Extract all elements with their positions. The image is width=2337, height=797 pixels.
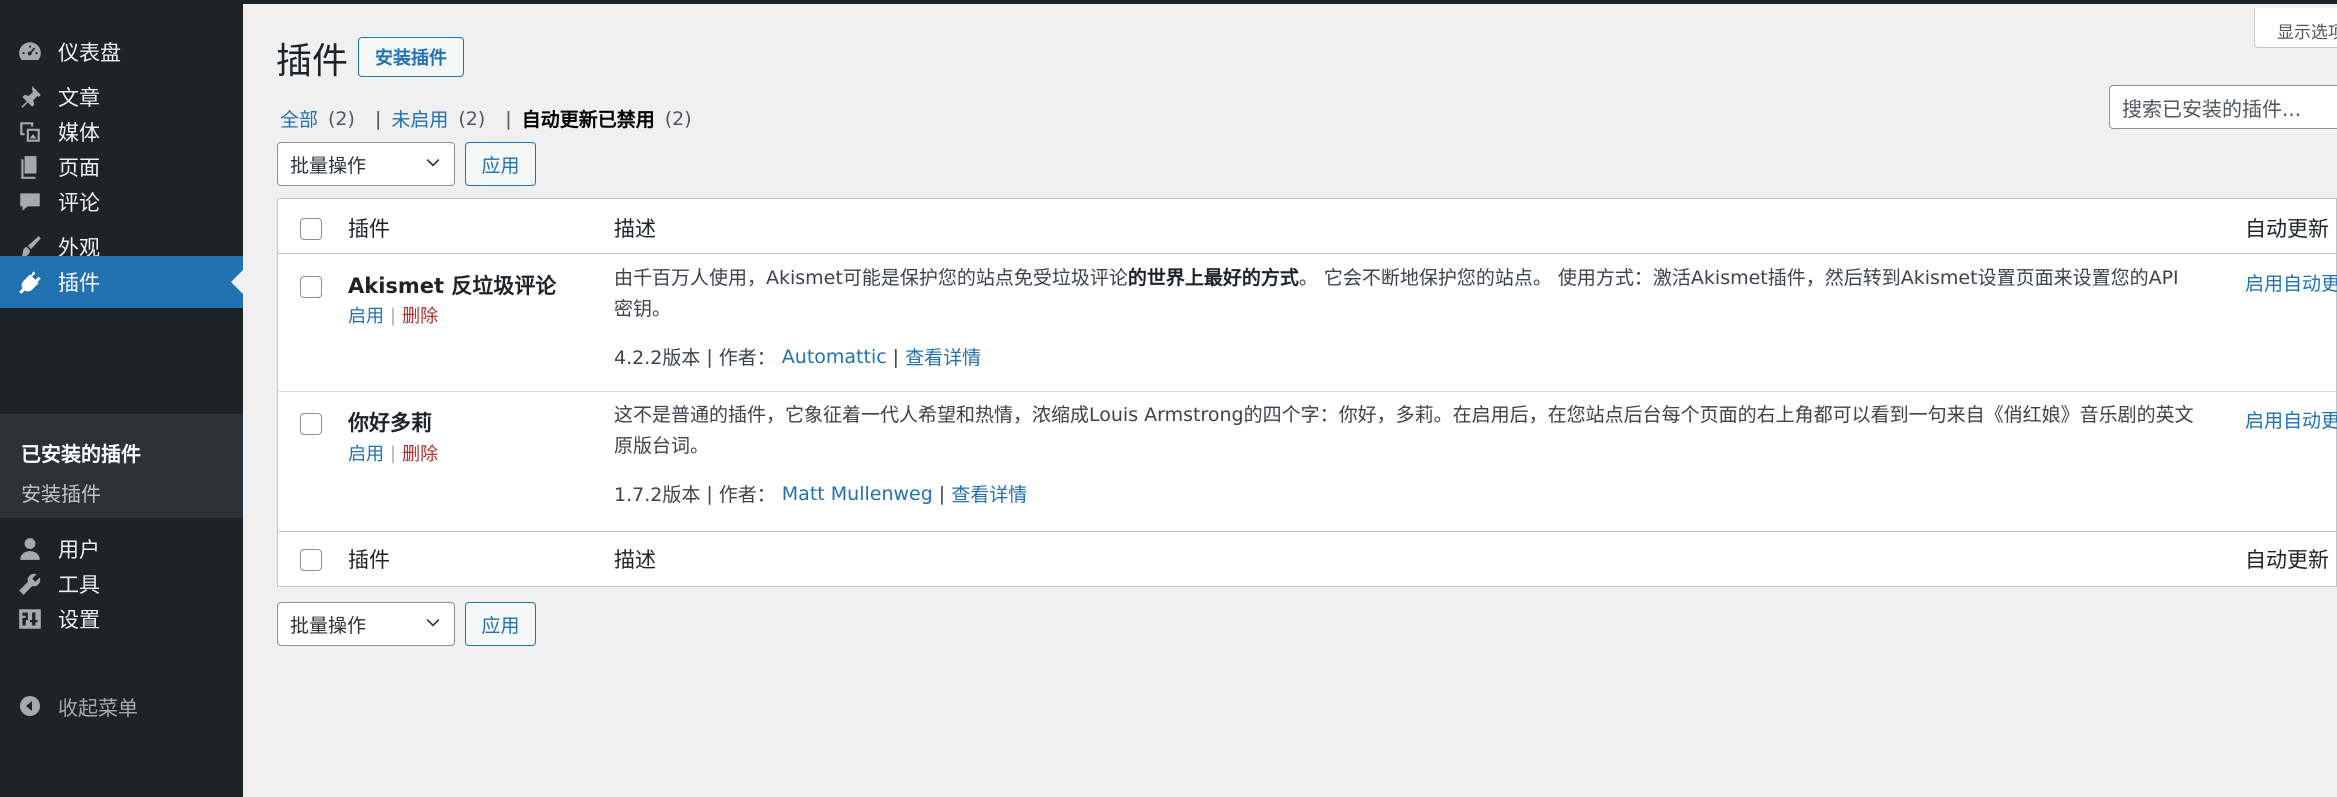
- filter-separator: |: [505, 107, 512, 130]
- plugins-submenu: 已安装的插件 安装插件: [0, 414, 243, 518]
- activate-link[interactable]: 启用: [348, 302, 384, 328]
- meta-separator: |: [892, 345, 900, 368]
- meta-separator: |: [706, 482, 713, 505]
- plugin-description: 这不是普通的插件，它象征着一代人希望和热情，浓缩成Louis Armstrong…: [614, 404, 2194, 457]
- chevron-down-icon: [424, 613, 442, 636]
- plugin-status-filters: 全部 (2) | 未启用 (2) | 自动更新已禁用 (2): [280, 105, 692, 132]
- filter-all-count: (2): [328, 107, 355, 130]
- filter-auto-update-disabled-count: (2): [664, 107, 692, 130]
- bulk-actions-select-top[interactable]: 批量操作: [277, 142, 455, 186]
- plugin-meta: 4.2.2版本 | 作者： Automattic | 查看详情: [614, 343, 981, 370]
- column-header-description: 描述: [614, 217, 656, 241]
- view-details-link[interactable]: 查看详情: [951, 480, 1027, 507]
- row-actions: 启用 | 删除: [348, 440, 438, 466]
- filter-inactive-count: (2): [458, 107, 486, 130]
- column-header-auto-update: 自动更新: [2245, 217, 2329, 241]
- row-checkbox[interactable]: [300, 276, 322, 298]
- apply-button-bottom[interactable]: 应用: [465, 602, 536, 646]
- column-footer-description: 描述: [614, 548, 656, 572]
- row-checkbox[interactable]: [300, 413, 322, 435]
- plugin-version: 1.7.2版本: [614, 484, 701, 506]
- activate-link[interactable]: 启用: [348, 440, 384, 466]
- author-label: 作者：: [718, 347, 776, 369]
- sidebar-item-settings[interactable]: 设置: [0, 593, 243, 645]
- action-separator: |: [390, 304, 397, 326]
- submenu-add-plugins[interactable]: 安装插件: [21, 478, 101, 507]
- plugin-meta: 1.7.2版本 | 作者： Matt Mullenweg | 查看详情: [614, 480, 1027, 507]
- select-all-checkbox[interactable]: [300, 218, 322, 240]
- delete-link[interactable]: 删除: [402, 440, 438, 466]
- column-header-plugin[interactable]: 插件: [348, 213, 390, 243]
- comment-icon: [16, 188, 44, 216]
- main-content: 插件 安装插件 显示选项 全部 (2) | 未启用 (2) | 自动更新已禁用 …: [243, 4, 2337, 797]
- plugin-version: 4.2.2版本: [614, 347, 701, 369]
- filter-auto-update-disabled[interactable]: 自动更新已禁用: [522, 105, 655, 132]
- row-divider: [278, 391, 2336, 392]
- bulk-actions-label: 批量操作: [290, 614, 367, 637]
- bulk-actions-select-bottom[interactable]: 批量操作: [277, 602, 455, 646]
- view-details-link[interactable]: 查看详情: [905, 343, 981, 370]
- plugin-name: 你好多莉: [348, 411, 432, 435]
- meta-separator: |: [706, 345, 713, 368]
- sidebar-item-plugins[interactable]: 插件: [0, 256, 243, 308]
- sidebar-item-label: 插件: [58, 271, 100, 295]
- select-all-checkbox-footer[interactable]: [300, 549, 322, 571]
- install-plugin-button[interactable]: 安装插件: [358, 37, 464, 77]
- admin-sidebar-lower: 用户 工具 设置: [0, 518, 243, 797]
- filter-all[interactable]: 全部: [280, 105, 318, 132]
- collapse-menu-button[interactable]: 收起菜单: [0, 684, 243, 728]
- footer-divider: [278, 531, 2336, 532]
- plugin-description: 由千百万人使用，Akismet可能是保护您的站点免受垃圾评论的世界上最好的方式。…: [614, 267, 2179, 320]
- collapse-arrow-icon: [16, 692, 44, 720]
- apply-button-top[interactable]: 应用: [465, 142, 536, 186]
- sidebar-item-label: 仪表盘: [58, 41, 121, 65]
- screen-options-button[interactable]: 显示选项: [2254, 8, 2337, 48]
- enable-auto-update-link[interactable]: 启用自动更新: [2245, 406, 2337, 433]
- plugin-name: Akismet 反垃圾评论: [348, 274, 557, 298]
- bulk-actions-label: 批量操作: [290, 154, 367, 177]
- chevron-down-icon: [424, 153, 442, 176]
- delete-link[interactable]: 删除: [402, 302, 438, 328]
- dashboard-icon: [16, 38, 44, 66]
- search-plugins-input[interactable]: 搜索已安装的插件...: [2109, 85, 2337, 129]
- page-title: 插件: [276, 41, 349, 82]
- filter-separator: |: [374, 107, 382, 130]
- plugins-table: 插件 描述 自动更新 Akismet 反垃圾评论 启用 | 删除 由千百万人使用…: [277, 198, 2337, 587]
- sidebar-item-label: 评论: [58, 191, 100, 215]
- author-link[interactable]: Automattic: [782, 346, 887, 368]
- plugin-icon: [16, 268, 44, 296]
- author-link[interactable]: Matt Mullenweg: [782, 483, 933, 505]
- enable-auto-update-link[interactable]: 启用自动更新: [2245, 269, 2337, 296]
- sidebar-item-label: 设置: [58, 608, 100, 632]
- column-footer-plugin[interactable]: 插件: [348, 544, 390, 574]
- meta-separator: |: [938, 482, 946, 505]
- filter-inactive[interactable]: 未启用: [391, 105, 448, 132]
- collapse-menu-label: 收起菜单: [58, 695, 138, 720]
- header-divider: [278, 253, 2336, 254]
- author-label: 作者：: [718, 484, 776, 506]
- submenu-installed-plugins[interactable]: 已安装的插件: [21, 438, 141, 467]
- row-actions: 启用 | 删除: [348, 302, 438, 328]
- column-footer-auto-update: 自动更新: [2245, 548, 2329, 572]
- settings-icon: [16, 605, 44, 633]
- action-separator: |: [390, 442, 397, 464]
